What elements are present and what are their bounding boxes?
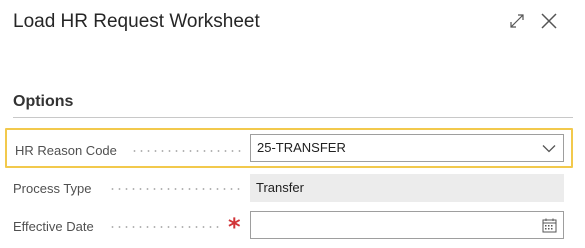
effective-date-input[interactable] — [250, 211, 564, 239]
required-marker: * — [228, 213, 241, 241]
expand-diagonal-icon — [510, 14, 524, 28]
leader-dots — [109, 226, 223, 228]
load-hr-request-worksheet-dialog: Load HR Request Worksheet Options HR Rea… — [0, 0, 585, 248]
section-divider — [13, 117, 573, 118]
hr-reason-code-label: HR Reason Code — [15, 143, 117, 158]
calendar-icon — [542, 218, 556, 232]
hr-reason-code-row: HR Reason Code 25-TRANSFER — [5, 128, 573, 168]
process-type-row: Process Type Transfer — [5, 174, 573, 204]
close-x-icon — [541, 13, 557, 29]
leader-dots — [109, 188, 243, 190]
process-type-value-field: Transfer — [250, 174, 564, 202]
effective-date-label: Effective Date — [13, 219, 94, 234]
dropdown-toggle[interactable] — [541, 135, 557, 161]
close-button[interactable] — [537, 9, 561, 33]
date-picker-button[interactable] — [541, 212, 557, 238]
leader-dots — [131, 150, 243, 152]
dialog-title: Load HR Request Worksheet — [13, 11, 260, 32]
effective-date-row: Effective Date * — [5, 210, 573, 242]
hr-reason-code-value: 25-TRANSFER — [257, 140, 346, 155]
process-type-value: Transfer — [256, 180, 304, 195]
hr-reason-code-select[interactable]: 25-TRANSFER — [250, 134, 564, 162]
options-section-title[interactable]: Options — [13, 92, 73, 112]
process-type-label: Process Type — [13, 181, 92, 196]
expand-button[interactable] — [505, 9, 529, 33]
chevron-down-icon — [542, 144, 556, 152]
